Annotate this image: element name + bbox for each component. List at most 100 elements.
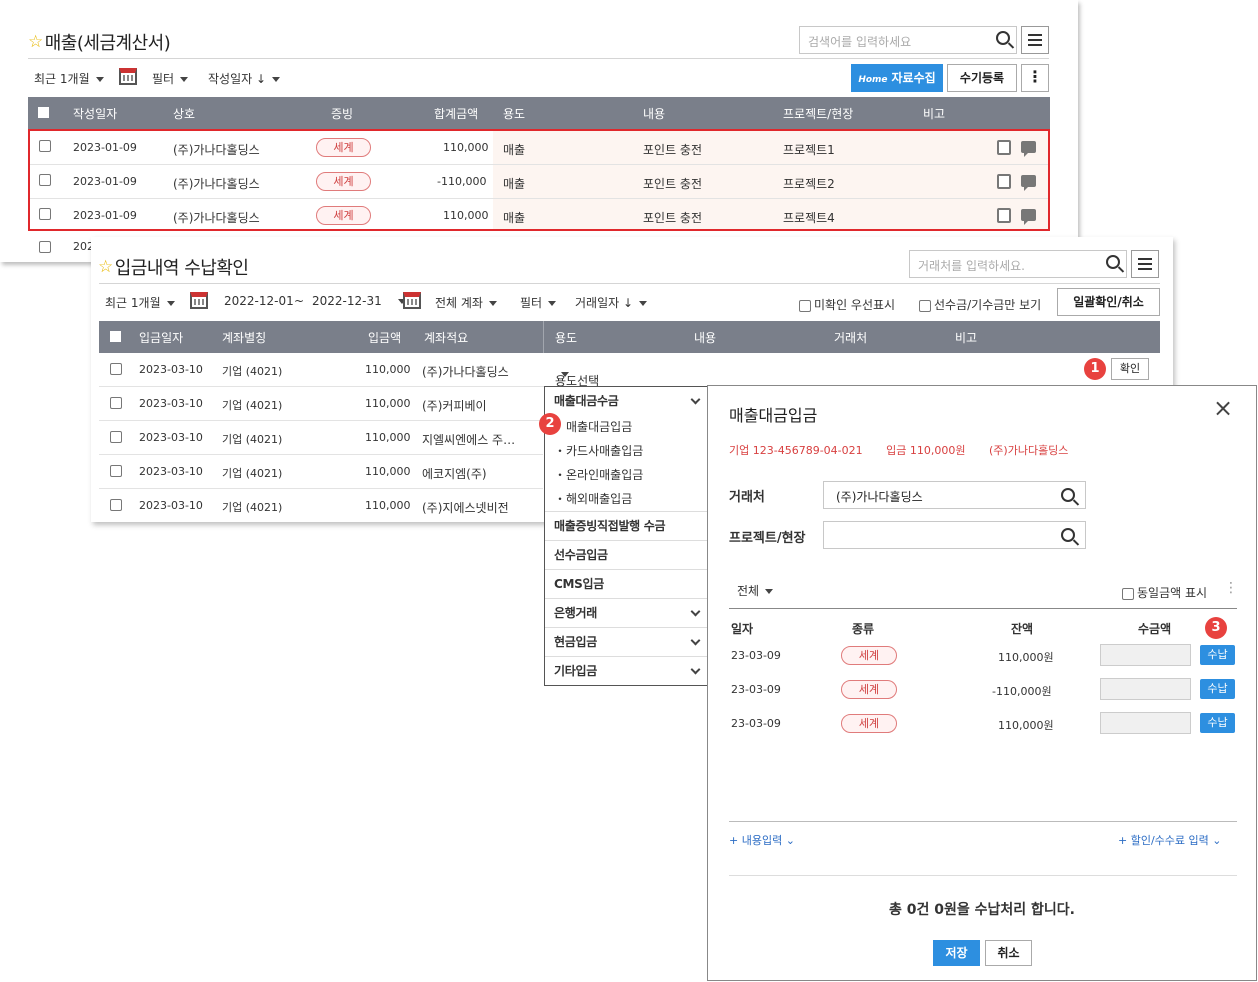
chevron-down-icon: [690, 635, 701, 646]
menu-group-sales-collection[interactable]: 매출대금수금: [545, 387, 707, 415]
table-row[interactable]: 2023-01-09 (주)가나다홀딩스 세계 -110,000 매출 포인트 …: [30, 165, 1048, 199]
table-row[interactable]: 2023-03-10 기업 (4021) 110,000 (주)가나다홀딩스 용…: [99, 353, 1160, 388]
chevron-down-icon: [690, 664, 701, 675]
sales-title: ☆ 매출(세금계산서): [28, 32, 171, 54]
period-select[interactable]: 최근 1개월: [34, 70, 104, 87]
date-from[interactable]: 2022-12-01: [224, 294, 294, 308]
collect-button[interactable]: 수납: [1200, 645, 1235, 665]
status-badge: 세계: [316, 138, 371, 157]
menu-item-online-sales[interactable]: ・온라인매출입금: [554, 466, 643, 483]
cancel-button[interactable]: 취소: [985, 940, 1032, 966]
unconfirmed-first-checkbox[interactable]: 미확인 우선표시: [799, 296, 895, 313]
table-row[interactable]: 2023-01-09 (주)가나다홀딩스 세계 110,000 매출 포인트 충…: [30, 199, 1048, 233]
row-checkbox[interactable]: [39, 140, 51, 152]
menu-item-cash[interactable]: 현금입금: [545, 628, 707, 657]
partner-search-input[interactable]: 거래처를 입력하세요.: [909, 250, 1127, 278]
memo-icon[interactable]: [1021, 141, 1036, 157]
chevron-down-icon: [690, 394, 701, 405]
filter-select[interactable]: 필터: [152, 70, 189, 87]
list-item[interactable]: 23-03-09 세계 110,000원 수납: [708, 644, 1256, 678]
select-all-checkbox[interactable]: [38, 107, 49, 118]
save-button[interactable]: 저장: [933, 940, 980, 966]
row-checkbox[interactable]: [110, 499, 122, 511]
select-all-checkbox[interactable]: [110, 331, 121, 342]
star-icon[interactable]: ☆: [98, 257, 113, 277]
document-icon[interactable]: [997, 174, 1011, 189]
advance-only-checkbox[interactable]: 선수금/기수금만 보기: [919, 296, 1041, 313]
filter-select[interactable]: 필터: [520, 294, 557, 311]
memo-icon[interactable]: [1021, 209, 1036, 225]
calendar-icon[interactable]: [190, 292, 208, 309]
calendar-icon[interactable]: [403, 292, 421, 309]
sort-select[interactable]: 거래일자 ↓: [575, 294, 648, 311]
sales-search-input[interactable]: 검색어를 입력하세요: [799, 26, 1017, 54]
sales-table-header: 작성일자 상호 증빙 합계금액 용도 내용 프로젝트/현장 비고: [28, 97, 1050, 129]
home-logo-icon: Home: [858, 75, 888, 85]
step-badge-2: 2: [539, 413, 561, 435]
partner-field[interactable]: (주)가나다홀딩스: [823, 481, 1086, 509]
content-input-toggle[interactable]: + 내용입력 ⌄: [729, 832, 795, 848]
col-proof: 증빙: [331, 107, 354, 121]
collect-amount-input[interactable]: [1100, 644, 1191, 666]
menu-item-card-sales[interactable]: ・카드사매출입금: [554, 442, 643, 459]
sort-select[interactable]: 작성일자 ↓: [208, 70, 281, 87]
more-icon[interactable]: ⋮: [1224, 580, 1238, 596]
table-row[interactable]: 2023-03-10 기업 (4021) 110,000 (주)커피베이: [99, 387, 543, 421]
calendar-icon[interactable]: [119, 68, 137, 85]
date-to[interactable]: 2022-12-31: [312, 294, 406, 308]
menu-item-sales-deposit[interactable]: 매출대금입금: [566, 418, 632, 435]
row-checkbox[interactable]: [110, 465, 122, 477]
use-dropdown-menu: 매출대금수금 매출대금입금 ・카드사매출입금 ・온라인매출입금 ・해외매출입금 …: [544, 386, 708, 686]
close-icon[interactable]: ×: [1213, 396, 1233, 420]
list-filter-select[interactable]: 전체: [737, 582, 774, 599]
collect-amount-input[interactable]: [1100, 712, 1191, 734]
menu-item-other[interactable]: 기타입금: [545, 657, 707, 686]
document-icon[interactable]: [997, 208, 1011, 223]
same-amount-checkbox[interactable]: 동일금액 표시: [1122, 584, 1207, 601]
collect-button[interactable]: 수납: [1200, 713, 1235, 733]
bulk-confirm-button[interactable]: 일괄확인/취소: [1057, 288, 1160, 316]
menu-item-overseas-sales[interactable]: ・해외매출입금: [554, 490, 632, 507]
list-item[interactable]: 23-03-09 세계 -110,000원 수납: [708, 678, 1256, 712]
more-icon[interactable]: ⋮: [1021, 64, 1049, 92]
menu-icon[interactable]: [1021, 26, 1049, 54]
menu-item-bank[interactable]: 은행거래: [545, 599, 707, 628]
list-item[interactable]: 23-03-09 세계 110,000원 수납: [708, 712, 1256, 746]
status-badge: 세계: [841, 714, 897, 733]
deposit-info: 기업 123-456789-04-021 입금 110,000원 (주)가나다홀…: [729, 444, 1069, 457]
table-row[interactable]: 2023-03-10 기업 (4021) 110,000 에코지엠(주): [99, 455, 543, 489]
search-icon[interactable]: [1106, 255, 1120, 269]
project-field[interactable]: [823, 521, 1086, 549]
summary-text: 총 0건 0원을 수납처리 합니다.: [889, 902, 1075, 918]
menu-icon[interactable]: [1131, 250, 1159, 278]
row-checkbox[interactable]: [110, 363, 122, 375]
search-icon[interactable]: [1061, 488, 1075, 502]
table-row[interactable]: 2023-03-10 기업 (4021) 110,000 (주)지에스넷비전: [99, 489, 543, 523]
row-checkbox[interactable]: [39, 208, 51, 220]
menu-item-advance[interactable]: 선수금입금: [545, 541, 707, 570]
menu-item-cms[interactable]: CMS입금: [545, 570, 707, 599]
account-select[interactable]: 전체 계좌: [435, 294, 497, 311]
discount-input-toggle[interactable]: + 할인/수수료 입력 ⌄: [1118, 832, 1221, 848]
document-icon[interactable]: [997, 140, 1011, 155]
table-row[interactable]: 2023-01-09 (주)가나다홀딩스 세계 110,000 매출 포인트 충…: [30, 131, 1048, 165]
collect-amount-input[interactable]: [1100, 678, 1191, 700]
collect-button[interactable]: 수납: [1200, 679, 1235, 699]
menu-item-direct-issue[interactable]: 매출증빙직접발행 수금: [545, 512, 707, 541]
collect-button[interactable]: Home 자료수집: [851, 64, 943, 92]
row-checkbox[interactable]: [39, 174, 51, 186]
row-checkbox[interactable]: [110, 397, 122, 409]
status-badge: 세계: [841, 680, 897, 699]
search-icon[interactable]: [1061, 528, 1075, 542]
row-checkbox[interactable]: [110, 431, 122, 443]
table-row[interactable]: 2023-03-10 기업 (4021) 110,000 지엘씨엔에스 주…: [99, 421, 543, 455]
row-checkbox[interactable]: [39, 241, 51, 253]
period-select[interactable]: 최근 1개월: [105, 294, 175, 311]
manual-register-button[interactable]: 수기등록: [947, 64, 1017, 92]
memo-icon[interactable]: [1021, 175, 1036, 191]
star-icon[interactable]: ☆: [28, 32, 43, 52]
sales-deposit-dialog: 매출대금입금 × 기업 123-456789-04-021 입금 110,000…: [707, 385, 1257, 981]
search-icon[interactable]: [996, 31, 1010, 45]
confirm-button[interactable]: 확인: [1111, 358, 1149, 380]
status-badge: 세계: [841, 646, 897, 665]
